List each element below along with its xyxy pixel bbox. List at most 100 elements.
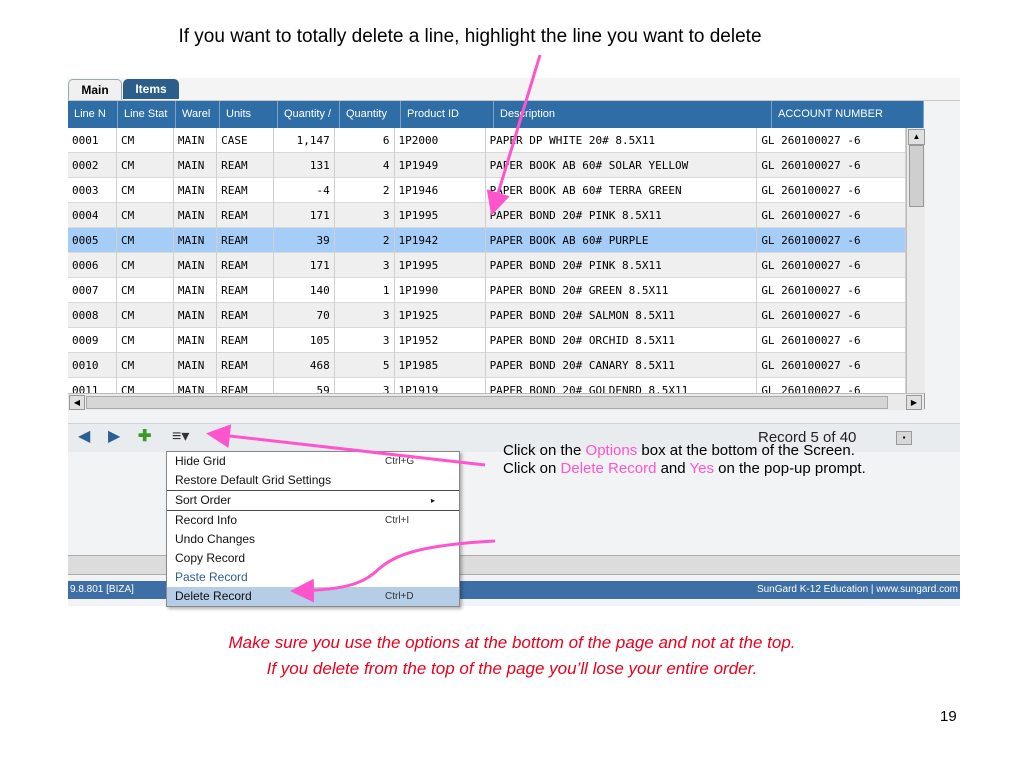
scroll-up-icon[interactable]: ▲ [908,129,925,145]
quantity-a-cell[interactable]: 1,147 [274,128,335,153]
description-cell[interactable]: PAPER BOND 20# ORCHID 8.5X11 [486,328,758,353]
menu-item-paste-record[interactable]: Paste Record [167,568,459,587]
status-cell[interactable]: CM [117,178,174,203]
account-cell[interactable]: GL 260100027 -6 [757,128,906,153]
units-cell[interactable]: REAM [217,353,274,378]
warehouse-cell[interactable]: MAIN [174,278,218,303]
quantity-a-cell[interactable]: 140 [274,278,335,303]
account-cell[interactable]: GL 260100027 -6 [757,203,906,228]
quantity-cell[interactable]: 2 [335,178,395,203]
quantity-a-cell[interactable]: 131 [274,153,335,178]
units-cell[interactable]: REAM [217,228,274,253]
quantity-a-cell[interactable]: 468 [274,353,335,378]
table-row[interactable]: 0002 CM MAIN REAM 131 4 1P1949 PAPER BOOK AB 60… [68,153,906,178]
quantity-cell[interactable]: 1 [335,278,395,303]
description-cell[interactable]: PAPER BOND 20# PINK 8.5X11 [486,253,758,278]
horizontal-scroll-thumb[interactable] [86,396,888,409]
product-id-cell[interactable]: 1P1942 [395,228,486,253]
warehouse-cell[interactable]: MAIN [174,128,218,153]
status-cell[interactable]: CM [117,128,174,153]
column-header-account-number[interactable]: ACCOUNT NUMBER [772,101,924,128]
account-cell[interactable]: GL 260100027 -6 [757,328,906,353]
quantity-cell[interactable]: 2 [335,228,395,253]
line-cell[interactable]: 0005 [68,228,118,253]
description-cell[interactable]: PAPER BOND 20# PINK 8.5X11 [486,203,758,228]
add-record-icon[interactable]: ✚ [138,428,151,446]
tab-main[interactable]: Main [68,79,122,100]
quantity-a-cell[interactable]: -4 [274,178,335,203]
description-cell[interactable]: PAPER BOOK AB 60# TERRA GREEN [486,178,758,203]
quantity-a-cell[interactable]: 105 [274,328,335,353]
column-header-quantity-a[interactable]: Quantity / [278,101,340,128]
account-cell[interactable]: GL 260100027 -6 [757,253,906,278]
column-header-product-id[interactable]: Product ID [401,101,494,128]
column-header-units[interactable]: Units [220,101,278,128]
line-cell[interactable]: 0010 [68,353,118,378]
column-header-description[interactable]: Description [494,101,772,128]
column-header-line-status[interactable]: Line Stat [118,101,176,128]
warehouse-cell[interactable]: MAIN [174,153,218,178]
status-cell[interactable]: CM [117,153,174,178]
table-row[interactable]: 0001 CM MAIN CASE 1,147 6 1P2000 PAPER DP WHITE… [68,128,906,153]
status-cell[interactable]: CM [117,353,174,378]
quantity-cell[interactable]: 4 [335,153,395,178]
table-row[interactable]: 0009 CM MAIN REAM 105 3 1P1952 PAPER BOND 20# O… [68,328,906,353]
product-id-cell[interactable]: 1P1946 [395,178,486,203]
account-cell[interactable]: GL 260100027 -6 [757,353,906,378]
vertical-scrollbar[interactable]: ▲ ▼ [906,128,925,410]
menu-item-record-info[interactable]: Record Info Ctrl+I [167,511,459,530]
horizontal-scrollbar[interactable]: ◀ ▶ [68,393,924,410]
quantity-cell[interactable]: 3 [335,328,395,353]
column-header-line[interactable]: Line N [68,101,118,128]
status-cell[interactable]: CM [117,228,174,253]
quantity-cell[interactable]: 3 [335,203,395,228]
product-id-cell[interactable]: 1P1985 [395,353,486,378]
menu-item-restore-default-grid[interactable]: Restore Default Grid Settings [167,471,459,491]
product-id-cell[interactable]: 1P2000 [395,128,486,153]
quantity-cell[interactable]: 3 [335,303,395,328]
description-cell[interactable]: PAPER DP WHITE 20# 8.5X11 [486,128,758,153]
quantity-cell[interactable]: 6 [335,128,395,153]
description-cell[interactable]: PAPER BOND 20# SALMON 8.5X11 [486,303,758,328]
previous-record-icon[interactable]: ◀ [78,428,90,446]
menu-item-hide-grid[interactable]: Hide Grid Ctrl+G [167,452,459,471]
product-id-cell[interactable]: 1P1995 [395,203,486,228]
vertical-scroll-thumb[interactable] [909,145,924,207]
description-cell[interactable]: PAPER BOND 20# CANARY 8.5X11 [486,353,758,378]
units-cell[interactable]: REAM [217,303,274,328]
line-cell[interactable]: 0004 [68,203,118,228]
description-cell[interactable]: PAPER BOND 20# GREEN 8.5X11 [486,278,758,303]
description-cell[interactable]: PAPER BOOK AB 60# PURPLE [486,228,758,253]
description-cell[interactable]: PAPER BOOK AB 60# SOLAR YELLOW [486,153,758,178]
line-cell[interactable]: 0009 [68,328,118,353]
column-header-warehouse[interactable]: Warel [176,101,220,128]
table-row[interactable]: 0007 CM MAIN REAM 140 1 1P1990 PAPER BOND 20# G… [68,278,906,303]
quantity-a-cell[interactable]: 70 [274,303,335,328]
warehouse-cell[interactable]: MAIN [174,353,218,378]
table-row[interactable]: 0004 CM MAIN REAM 171 3 1P1995 PAPER BOND 20# P… [68,203,906,228]
product-id-cell[interactable]: 1P1952 [395,328,486,353]
product-id-cell[interactable]: 1P1995 [395,253,486,278]
account-cell[interactable]: GL 260100027 -6 [757,178,906,203]
account-cell[interactable]: GL 260100027 -6 [757,153,906,178]
line-cell[interactable]: 0007 [68,278,118,303]
tab-items[interactable]: Items [123,79,179,99]
menu-item-undo-changes[interactable]: Undo Changes [167,530,459,549]
column-header-quantity[interactable]: Quantity [340,101,401,128]
account-cell[interactable]: GL 260100027 -6 [757,278,906,303]
quantity-a-cell[interactable]: 39 [274,228,335,253]
options-menu-icon[interactable]: ≡▾ [172,428,189,446]
line-cell[interactable]: 0003 [68,178,118,203]
warehouse-cell[interactable]: MAIN [174,228,218,253]
warehouse-cell[interactable]: MAIN [174,253,218,278]
warehouse-cell[interactable]: MAIN [174,328,218,353]
status-cell[interactable]: CM [117,278,174,303]
table-row[interactable]: 0006 CM MAIN REAM 171 3 1P1995 PAPER BOND 20# P… [68,253,906,278]
table-row[interactable]: 0003 CM MAIN REAM -4 2 1P1946 PAPER BOOK AB 60#… [68,178,906,203]
units-cell[interactable]: REAM [217,278,274,303]
units-cell[interactable]: REAM [217,328,274,353]
product-id-cell[interactable]: 1P1949 [395,153,486,178]
status-cell[interactable]: CM [117,203,174,228]
warehouse-cell[interactable]: MAIN [174,203,218,228]
scroll-left-icon[interactable]: ◀ [69,395,85,410]
